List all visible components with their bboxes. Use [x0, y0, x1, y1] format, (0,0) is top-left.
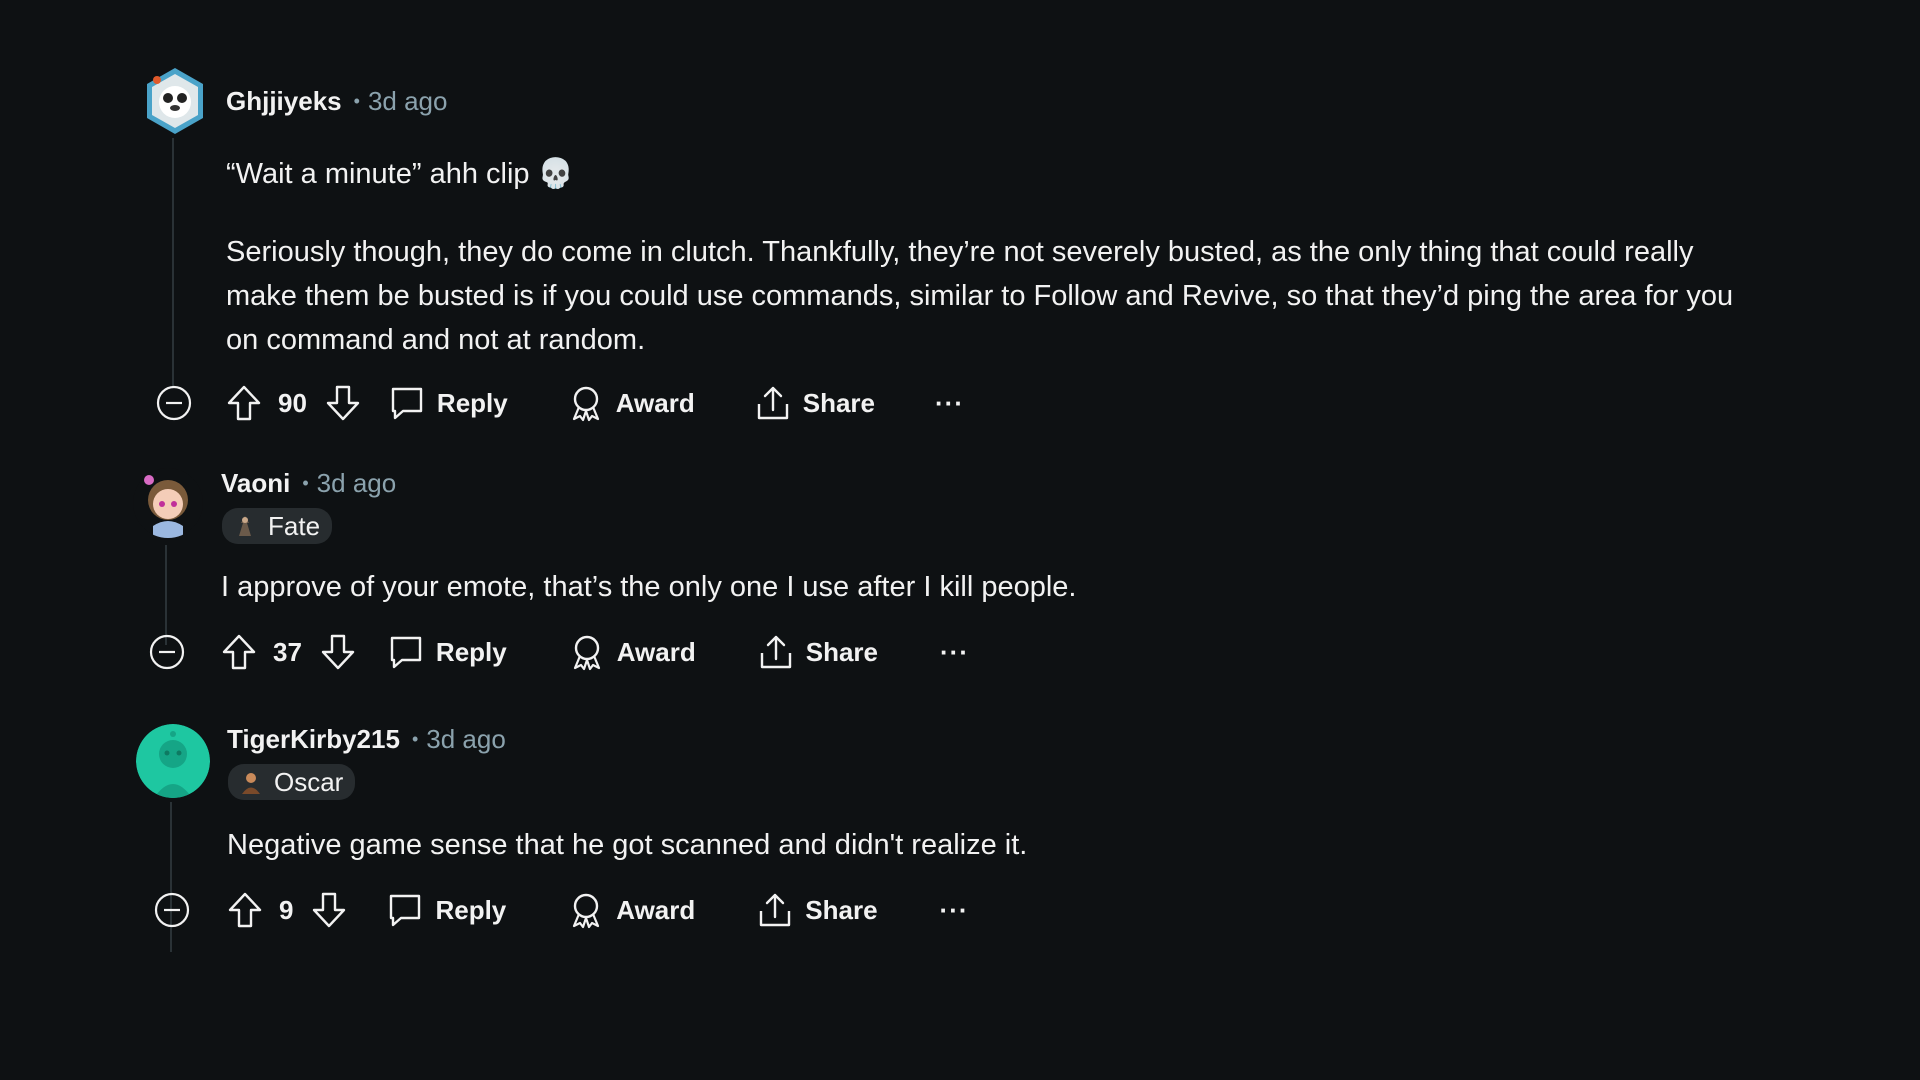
award-label: Award [616, 894, 696, 925]
downvote-button[interactable] [320, 633, 356, 671]
award-button[interactable]: Award [568, 384, 695, 422]
comment-meta: Ghjjiyeks • 3d ago [226, 86, 447, 117]
user-flair: Oscar [228, 764, 356, 800]
comment-paragraph: Seriously though, they do come in clutch… [226, 236, 1734, 356]
action-bar: 90 Reply Award Share ··· [226, 383, 964, 423]
share-label: Share [802, 387, 875, 418]
share-icon [757, 386, 788, 420]
comment-body: “Wait a minute” ahh clip 💀 Seriously tho… [226, 152, 1736, 362]
username[interactable]: Vaoni [221, 468, 290, 499]
downvote-button[interactable] [311, 891, 347, 929]
avatar[interactable] [143, 66, 207, 136]
thread-line [172, 138, 174, 388]
upvote-button[interactable] [221, 633, 257, 671]
more-options-icon: ··· [935, 387, 964, 418]
comment-bubble-icon [390, 894, 421, 927]
timestamp[interactable]: 3d ago [368, 86, 448, 117]
comment-body: Negative game sense that he got scanned … [227, 823, 1737, 867]
flair-character-icon [239, 516, 251, 536]
collapse-button[interactable] [156, 385, 192, 421]
collapse-icon [156, 385, 192, 421]
comment-bubble-icon [390, 636, 422, 669]
more-options-icon: ··· [939, 894, 969, 925]
comment-paragraph: I approve of your emote, that’s the only… [221, 571, 1077, 603]
thread-line [165, 545, 167, 645]
flair-text: Oscar [274, 766, 344, 797]
meta-separator: • [353, 91, 360, 111]
action-bar: 9 Reply Award Share ··· [227, 890, 969, 930]
flair-text: Fate [268, 510, 321, 541]
upvote-icon [227, 385, 261, 421]
more-options-button[interactable]: ··· [940, 637, 969, 668]
reply-button[interactable]: Reply [388, 634, 507, 670]
timestamp[interactable]: 3d ago [317, 468, 397, 499]
upvote-icon [222, 634, 256, 670]
share-label: Share [805, 636, 878, 667]
award-button[interactable]: Award [568, 891, 695, 929]
upvote-button[interactable] [226, 384, 262, 422]
username[interactable]: Ghjjiyeks [226, 86, 342, 117]
award-icon [573, 893, 600, 929]
share-label: Share [805, 894, 878, 925]
award-icon [573, 635, 600, 671]
vote-count: 9 [279, 894, 294, 925]
avatar[interactable] [136, 724, 210, 798]
flair-character-icon [242, 773, 260, 794]
reply-label: Reply [435, 894, 507, 925]
comment-paragraph: Negative game sense that he got scanned … [227, 829, 1028, 861]
more-options-button[interactable]: ··· [940, 895, 969, 926]
meta-separator: • [302, 473, 309, 493]
share-button[interactable]: Share [758, 633, 878, 671]
comment-bubble-icon [391, 387, 423, 420]
collapse-icon [154, 892, 190, 928]
more-options-button[interactable]: ··· [935, 388, 964, 419]
reply-label: Reply [435, 636, 507, 667]
thread-line [170, 802, 172, 952]
reply-button[interactable]: Reply [387, 892, 506, 928]
reply-button[interactable]: Reply [389, 385, 508, 421]
vote-count: 90 [278, 387, 307, 418]
downvote-icon [313, 892, 346, 928]
comment-paragraph: “Wait a minute” ahh clip 💀 [226, 158, 574, 190]
share-button[interactable]: Share [755, 384, 875, 422]
award-label: Award [616, 636, 696, 667]
upvote-icon [228, 892, 262, 928]
avatar[interactable] [133, 468, 203, 538]
upvote-button[interactable] [227, 891, 263, 929]
user-flair: Fate [222, 508, 333, 544]
more-options-icon: ··· [940, 636, 969, 667]
award-icon [572, 386, 599, 422]
collapse-icon [149, 634, 185, 670]
downvote-icon [326, 385, 360, 421]
comment-body: I approve of your emote, that’s the only… [221, 565, 1731, 609]
vote-count: 37 [273, 636, 302, 667]
award-label: Award [615, 387, 695, 418]
comment-meta: Vaoni • 3d ago [221, 468, 396, 499]
timestamp[interactable]: 3d ago [426, 724, 506, 755]
comment-meta: TigerKirby215 • 3d ago [227, 724, 506, 755]
downvote-button[interactable] [325, 384, 361, 422]
share-icon [760, 893, 791, 927]
award-button[interactable]: Award [569, 633, 696, 671]
share-icon [760, 635, 791, 669]
username[interactable]: TigerKirby215 [227, 724, 400, 755]
meta-separator: • [411, 729, 419, 749]
share-button[interactable]: Share [757, 891, 878, 929]
downvote-icon [321, 634, 355, 670]
action-bar: 37 Reply Award Share ··· [221, 632, 969, 672]
collapse-button[interactable] [154, 892, 190, 928]
collapse-button[interactable] [149, 634, 185, 670]
reply-label: Reply [436, 387, 508, 418]
